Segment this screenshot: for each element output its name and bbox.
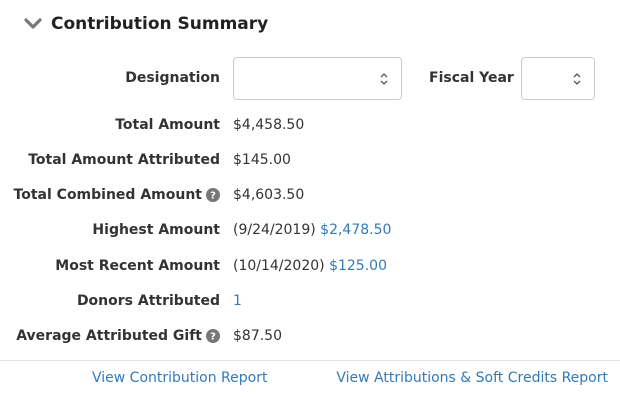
question-circle-icon[interactable]: ? — [206, 188, 220, 202]
svg-text:?: ? — [210, 191, 216, 202]
summary-row-total-combined-amount: Total Combined Amount ? $4,603.50 — [0, 183, 620, 207]
most-recent-amount-label: Most Recent Amount — [55, 258, 220, 274]
contribution-summary-panel: Contribution Summary Designation Fiscal … — [0, 0, 620, 397]
footer-divider — [0, 360, 620, 361]
highest-amount-label: Highest Amount — [92, 222, 220, 238]
most-recent-amount-value-group: (10/14/2020) $125.00 — [233, 258, 387, 274]
summary-row-most-recent-amount: Most Recent Amount (10/14/2020) $125.00 — [0, 254, 620, 278]
designation-label: Designation — [125, 70, 220, 86]
most-recent-amount-link[interactable]: $125.00 — [329, 258, 387, 274]
updown-caret-icon — [380, 73, 388, 85]
total-combined-amount-label: Total Combined Amount — [13, 187, 202, 203]
panel-header[interactable]: Contribution Summary — [24, 11, 268, 37]
donors-attributed-label: Donors Attributed — [76, 293, 220, 309]
svg-text:?: ? — [210, 332, 216, 343]
question-circle-icon[interactable]: ? — [206, 329, 220, 343]
summary-row-highest-amount: Highest Amount (9/24/2019) $2,478.50 — [0, 218, 620, 242]
total-amount-attributed-label: Total Amount Attributed — [28, 152, 220, 168]
fiscal-year-label: Fiscal Year — [429, 70, 514, 86]
total-combined-amount-label-group: Total Combined Amount ? — [14, 187, 220, 203]
view-contribution-report-link[interactable]: View Contribution Report — [92, 370, 267, 386]
view-attributions-report-link[interactable]: View Attributions & Soft Credits Report — [336, 370, 608, 386]
highest-amount-date: (9/24/2019) — [233, 222, 316, 238]
total-amount-label: Total Amount — [115, 117, 220, 133]
summary-row-average-attributed-gift: Average Attributed Gift ? $87.50 — [0, 324, 620, 348]
updown-caret-icon — [573, 73, 581, 85]
most-recent-amount-date: (10/14/2020) — [233, 258, 325, 274]
average-attributed-gift-value: $87.50 — [233, 328, 282, 344]
highest-amount-value-group: (9/24/2019) $2,478.50 — [233, 222, 391, 238]
summary-row-total-amount: Total Amount $4,458.50 — [0, 113, 620, 137]
average-attributed-gift-label: Average Attributed Gift — [16, 328, 202, 344]
donors-attributed-link[interactable]: 1 — [233, 293, 242, 309]
fiscal-year-select[interactable] — [521, 57, 595, 100]
summary-row-total-amount-attributed: Total Amount Attributed $145.00 — [0, 148, 620, 172]
designation-select[interactable] — [233, 57, 402, 100]
highest-amount-link[interactable]: $2,478.50 — [320, 222, 391, 238]
summary-row-donors-attributed: Donors Attributed 1 — [0, 289, 620, 313]
total-combined-amount-value: $4,603.50 — [233, 187, 305, 203]
total-amount-attributed-value: $145.00 — [233, 152, 291, 168]
chevron-down-icon[interactable] — [24, 17, 42, 31]
average-attributed-gift-label-group: Average Attributed Gift ? — [16, 328, 220, 344]
panel-title: Contribution Summary — [51, 14, 269, 34]
total-amount-value: $4,458.50 — [233, 117, 305, 133]
